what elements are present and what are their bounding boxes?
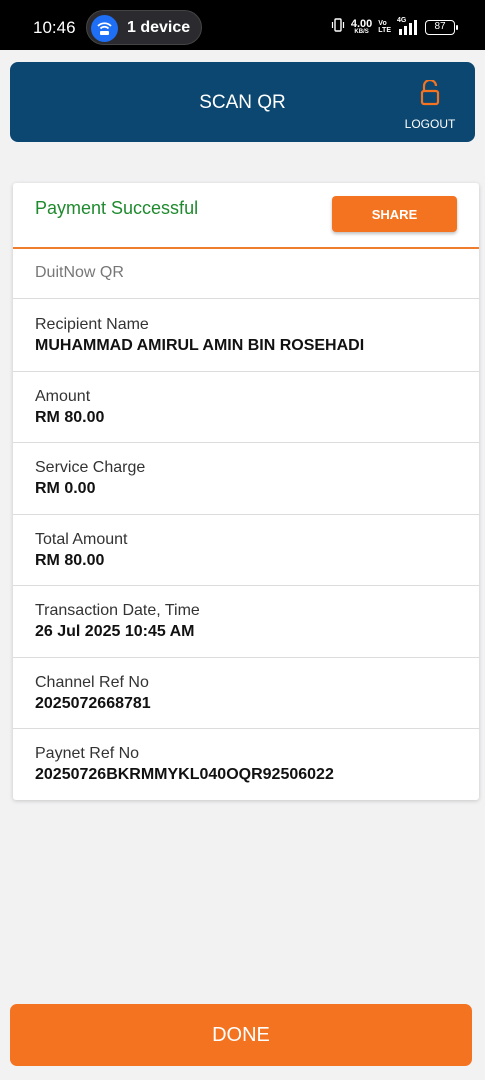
detail-label: Recipient Name: [35, 316, 149, 333]
detail-row-service-charge: Service Charge RM 0.00: [13, 443, 479, 515]
logout-label: LOGOUT: [404, 117, 456, 131]
receipt-header: Payment Successful SHARE: [13, 183, 479, 249]
hotspot-icon: [91, 15, 118, 42]
volte-top: Vo: [378, 20, 387, 27]
detail-row-transaction-date: Transaction Date, Time 26 Jul 2025 10:45…: [13, 586, 479, 658]
status-bar: 10:46 1 device 4.00 KB/S Vo LTE 4G 87: [0, 0, 485, 50]
detail-label: Channel Ref No: [35, 673, 149, 691]
detail-label: Amount: [35, 387, 91, 405]
detail-label: Transaction Date, Time: [35, 602, 200, 619]
app-header: SCAN QR LOGOUT: [10, 62, 475, 142]
detail-value: RM 80.00: [35, 408, 105, 426]
hotspot-device-count: 1 device: [127, 19, 191, 36]
share-button[interactable]: SHARE: [332, 196, 457, 232]
service-row: DuitNow QR: [13, 250, 479, 299]
hotspot-pill[interactable]: 1 device: [86, 10, 202, 45]
status-indicators: 4.00 KB/S Vo LTE 4G 87: [331, 17, 458, 37]
logout-button[interactable]: LOGOUT: [399, 78, 461, 131]
net-speed-unit: KB/S: [354, 28, 369, 35]
net-speed: 4.00 KB/S: [350, 17, 373, 36]
signal-icon: 4G: [397, 17, 419, 35]
detail-value: 26 Jul 2025 10:45 AM: [35, 623, 195, 640]
unlock-icon: [399, 78, 461, 111]
detail-value: RM 80.00: [35, 551, 105, 569]
done-button[interactable]: DONE: [10, 1004, 472, 1066]
detail-row-paynet-ref: Paynet Ref No 20250726BKRMMYKL040OQR9250…: [13, 729, 479, 801]
detail-value: 20250726BKRMMYKL040OQR92506022: [35, 766, 334, 783]
detail-label: Total Amount: [35, 530, 128, 548]
detail-value: MUHAMMAD AMIRUL AMIN BIN ROSEHADI: [35, 337, 365, 354]
detail-value: RM 0.00: [35, 480, 96, 497]
payment-status: Payment Successful: [35, 198, 199, 218]
detail-value: 2025072668781: [35, 694, 151, 712]
battery-icon: 87: [425, 19, 458, 35]
volte-indicator: Vo LTE: [378, 20, 391, 34]
detail-label: Paynet Ref No: [35, 745, 140, 762]
detail-label: Service Charge: [35, 459, 146, 476]
net-speed-value: 4.00: [350, 17, 373, 30]
volte-bottom: LTE: [378, 27, 391, 34]
service-name: DuitNow QR: [35, 264, 124, 281]
detail-row-total-amount: Total Amount RM 80.00: [13, 515, 479, 586]
vibrate-icon: [331, 17, 345, 37]
receipt-card: Payment Successful SHARE DuitNow QR Reci…: [13, 183, 479, 800]
detail-row-amount: Amount RM 80.00: [13, 372, 479, 443]
detail-row-recipient: Recipient Name MUHAMMAD AMIRUL AMIN BIN …: [13, 300, 479, 372]
receipt-details: Recipient Name MUHAMMAD AMIRUL AMIN BIN …: [13, 300, 479, 801]
detail-row-channel-ref: Channel Ref No 2025072668781: [13, 658, 479, 729]
status-time: 10:46: [33, 18, 76, 37]
